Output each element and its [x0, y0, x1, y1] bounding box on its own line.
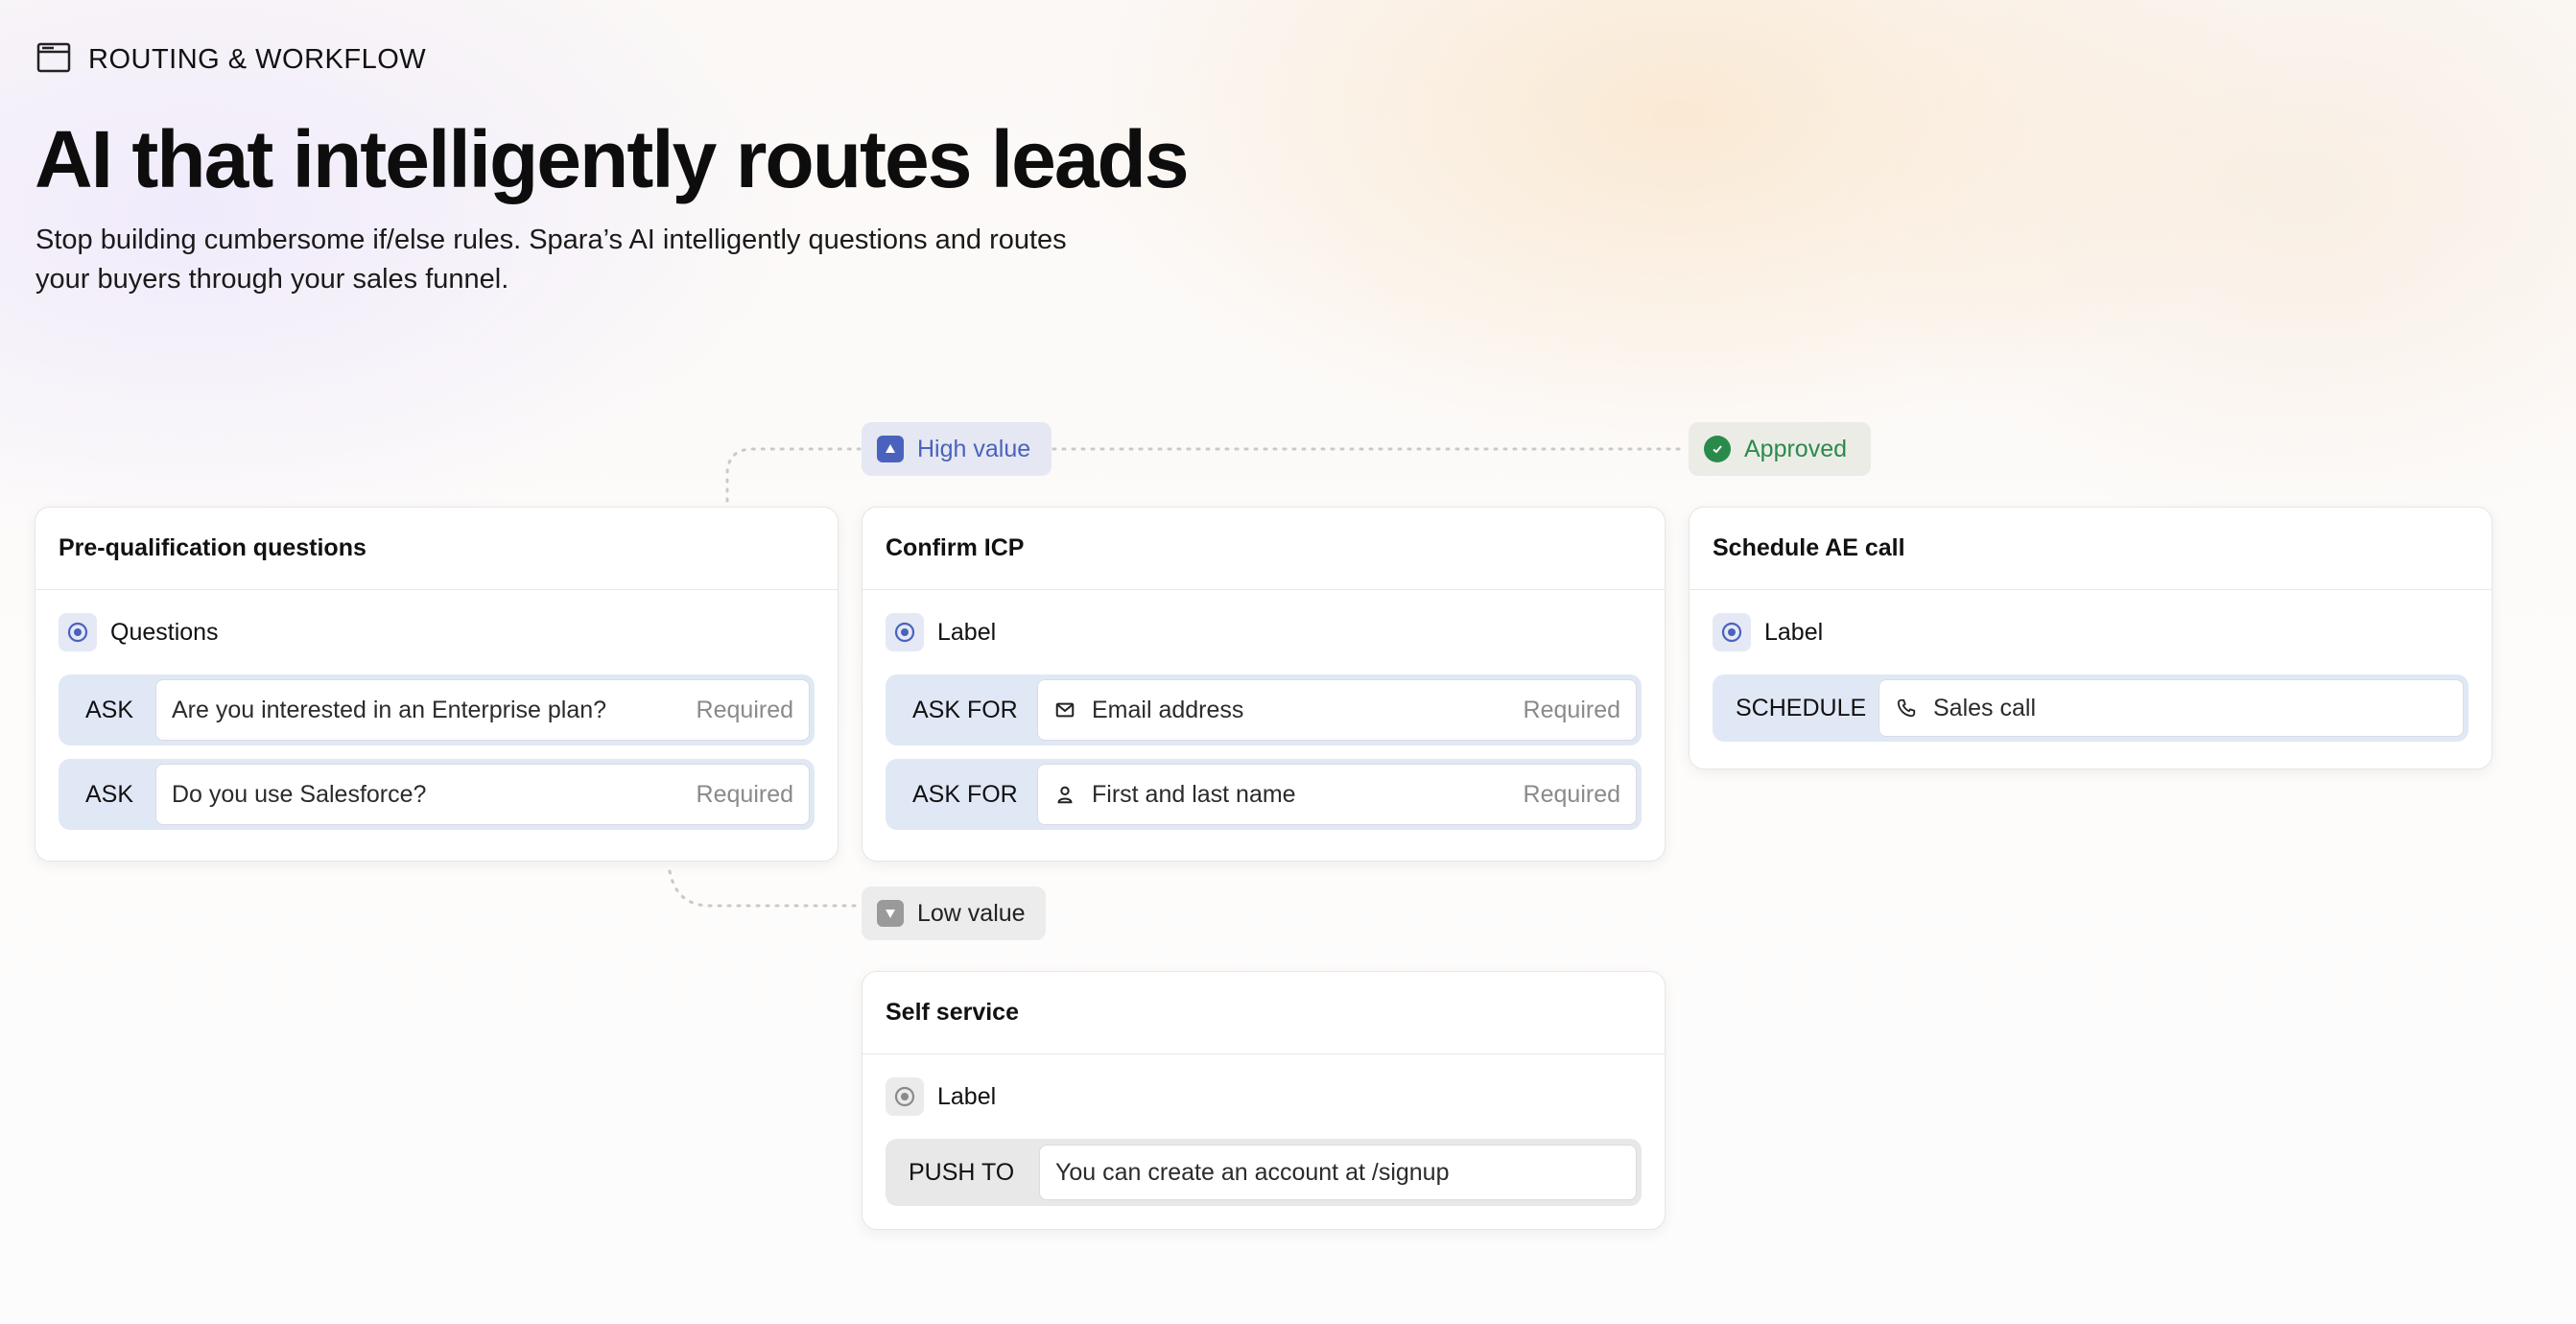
approved-label: Approved — [1744, 435, 1848, 462]
name-field[interactable]: First and last name Required — [1037, 764, 1637, 825]
ask-for-row[interactable]: ASK FOR Email address Required — [886, 674, 1642, 745]
confirm-icp-card[interactable]: Confirm ICP Label ASK FOR Email address … — [862, 507, 1666, 862]
email-field[interactable]: Email address Required — [1037, 679, 1637, 741]
push-to-row[interactable]: PUSH TO You can create an account at /si… — [886, 1139, 1642, 1206]
connector-high-value — [725, 447, 862, 503]
row-action-tag: ASK — [85, 780, 134, 808]
meeting-type-field[interactable]: Sales call — [1879, 679, 2464, 737]
section-eyebrow: ROUTING & WORKFLOW — [36, 42, 426, 78]
card-section-header: Label — [886, 613, 1642, 651]
section-label: Label — [937, 1082, 997, 1110]
question-field[interactable]: Are you interested in an Enterprise plan… — [155, 679, 810, 741]
high-value-badge: High value — [862, 422, 1052, 476]
person-icon — [1053, 783, 1076, 806]
section-label: Label — [1764, 618, 1824, 646]
row-action-tag: ASK — [85, 696, 134, 723]
question-field[interactable]: Do you use Salesforce? Required — [155, 764, 810, 825]
target-icon — [1713, 613, 1751, 651]
triangle-up-icon — [877, 436, 904, 462]
ask-row[interactable]: ASK Do you use Salesforce? Required — [59, 759, 815, 830]
required-label: Required — [696, 696, 793, 723]
card-section-header: Label — [886, 1077, 1642, 1116]
section-label: Questions — [110, 618, 219, 646]
ask-row[interactable]: ASK Are you interested in an Enterprise … — [59, 674, 815, 745]
browser-window-icon — [36, 42, 71, 78]
card-title: Pre-qualification questions — [35, 508, 838, 590]
message-field[interactable]: You can create an account at /signup — [1039, 1145, 1637, 1200]
schedule-ae-call-card[interactable]: Schedule AE call Label SCHEDULE Sales ca… — [1689, 507, 2493, 769]
connector-low-value — [668, 869, 862, 908]
field-text: You can create an account at /signup — [1055, 1158, 1450, 1186]
check-circle-icon — [1704, 436, 1731, 462]
subtitle-line-1: Stop building cumbersome if/else rules. … — [35, 225, 1067, 255]
card-section-header: Label — [1713, 613, 2469, 651]
target-icon — [886, 1077, 924, 1116]
schedule-row[interactable]: SCHEDULE Sales call — [1713, 674, 2469, 742]
field-text: First and last name — [1092, 780, 1296, 808]
ask-for-row[interactable]: ASK FOR First and last name Required — [886, 759, 1642, 830]
field-text: Email address — [1092, 696, 1244, 723]
card-title: Confirm ICP — [863, 508, 1665, 590]
card-title: Self service — [863, 972, 1665, 1054]
eyebrow-label: ROUTING & WORKFLOW — [88, 44, 427, 75]
page-title: AI that intelligently routes leads — [35, 114, 1190, 204]
field-text: Sales call — [1933, 694, 2036, 721]
row-action-tag: ASK FOR — [912, 696, 1018, 723]
row-action-tag: SCHEDULE — [1736, 694, 1867, 721]
row-action-tag: PUSH TO — [909, 1158, 1015, 1186]
low-value-label: Low value — [917, 899, 1026, 927]
required-label: Required — [1523, 780, 1620, 808]
mail-icon — [1053, 698, 1076, 721]
subtitle-line-2: your buyers through your sales funnel. — [35, 264, 509, 295]
question-text: Are you interested in an Enterprise plan… — [172, 696, 607, 723]
question-text: Do you use Salesforce? — [172, 780, 427, 808]
low-value-badge: Low value — [862, 887, 1046, 940]
target-icon — [886, 613, 924, 651]
high-value-label: High value — [917, 435, 1031, 462]
prequal-card[interactable]: Pre-qualification questions Questions AS… — [35, 507, 839, 862]
card-title: Schedule AE call — [1690, 508, 2492, 590]
page-subtitle: Stop building cumbersome if/else rules. … — [35, 221, 1148, 299]
self-service-card[interactable]: Self service Label PUSH TO You can creat… — [862, 971, 1666, 1230]
row-action-tag: ASK FOR — [912, 780, 1018, 808]
approved-badge: Approved — [1689, 422, 1871, 476]
required-label: Required — [696, 780, 793, 808]
phone-icon — [1895, 697, 1918, 720]
required-label: Required — [1523, 696, 1620, 723]
section-label: Label — [937, 618, 997, 646]
card-section-header: Questions — [59, 613, 815, 651]
triangle-down-icon — [877, 900, 904, 927]
target-icon — [59, 613, 97, 651]
